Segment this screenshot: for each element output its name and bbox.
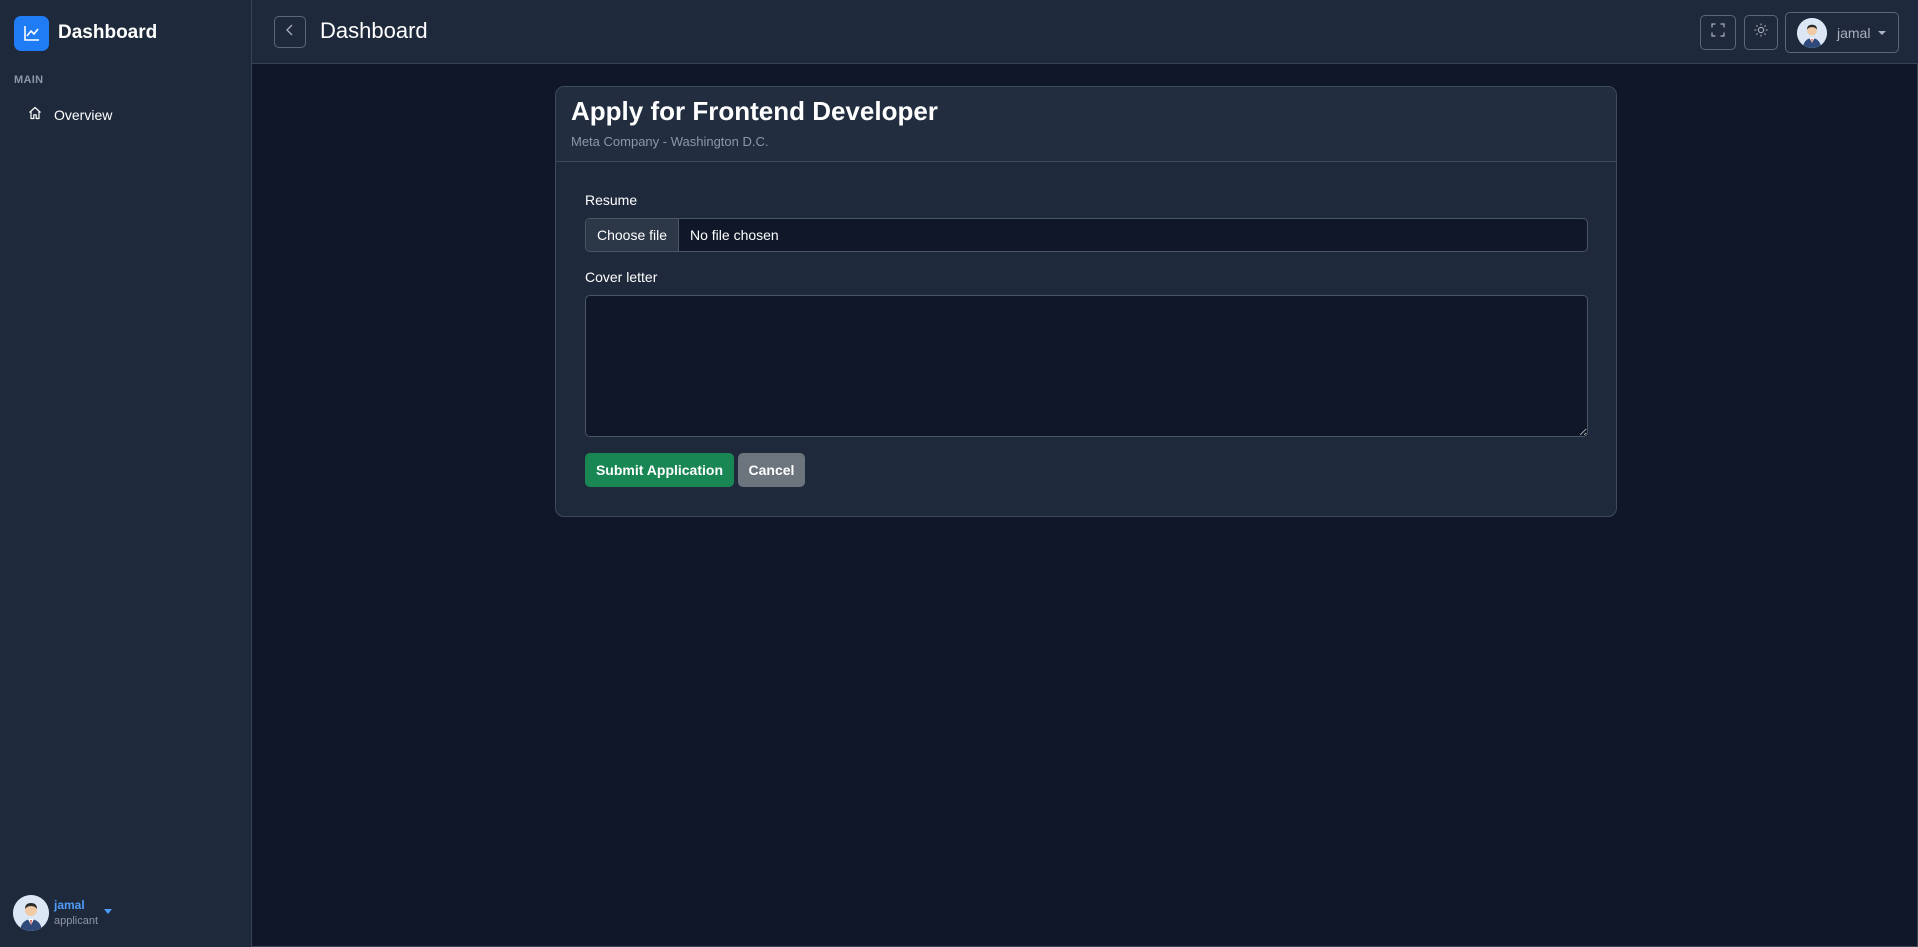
caret-down-icon	[104, 908, 113, 914]
cancel-button[interactable]: Cancel	[738, 453, 805, 487]
cover-letter-label: Cover letter	[585, 269, 658, 285]
resume-file-input[interactable]: Choose file No file chosen	[585, 218, 1588, 252]
brand-title: Dashboard	[58, 22, 158, 43]
sun-icon	[1754, 23, 1768, 42]
page-title: Dashboard	[320, 18, 428, 43]
header-user-name: jamal	[1837, 24, 1871, 41]
application-form: Resume Choose file No file chosen Cover …	[556, 162, 1616, 516]
sidebar-item-label: Overview	[54, 107, 113, 123]
avatar	[1797, 17, 1827, 48]
back-button[interactable]	[274, 16, 306, 48]
submit-application-button[interactable]: Submit Application	[585, 453, 734, 487]
caret-down-icon	[1878, 30, 1887, 35]
home-icon	[28, 106, 42, 125]
sidebar-section-label: MAIN	[14, 74, 44, 86]
application-card: Apply for Frontend Developer Meta Compan…	[555, 86, 1617, 517]
sidebar-user-menu[interactable]: jamal applicant	[13, 895, 113, 931]
sidebar-user-name: jamal	[54, 898, 85, 912]
form-actions: Submit Application Cancel	[585, 453, 1587, 487]
application-title: Apply for Frontend Developer	[571, 96, 938, 126]
chevron-left-icon	[285, 23, 295, 41]
card-header: Apply for Frontend Developer Meta Compan…	[556, 87, 1616, 162]
theme-toggle-button[interactable]	[1744, 15, 1778, 50]
choose-file-button[interactable]: Choose file	[586, 219, 679, 251]
fullscreen-icon	[1711, 23, 1725, 42]
top-header: Dashboard jamal	[252, 0, 1918, 64]
file-status-text: No file chosen	[690, 227, 779, 243]
sidebar-user-role: applicant	[54, 915, 99, 927]
resume-label: Resume	[585, 192, 638, 208]
user-menu-button[interactable]: jamal	[1785, 12, 1899, 53]
avatar	[13, 895, 49, 931]
fullscreen-button[interactable]	[1700, 15, 1736, 50]
company-location: Meta Company - Washington D.C.	[571, 134, 769, 149]
sidebar-item-overview[interactable]: Overview	[28, 104, 112, 126]
cover-letter-textarea[interactable]	[585, 295, 1588, 437]
brand[interactable]: Dashboard	[14, 15, 158, 51]
sidebar: Dashboard MAIN Overview jamal applicant	[0, 0, 252, 947]
chart-line-icon	[14, 15, 49, 51]
